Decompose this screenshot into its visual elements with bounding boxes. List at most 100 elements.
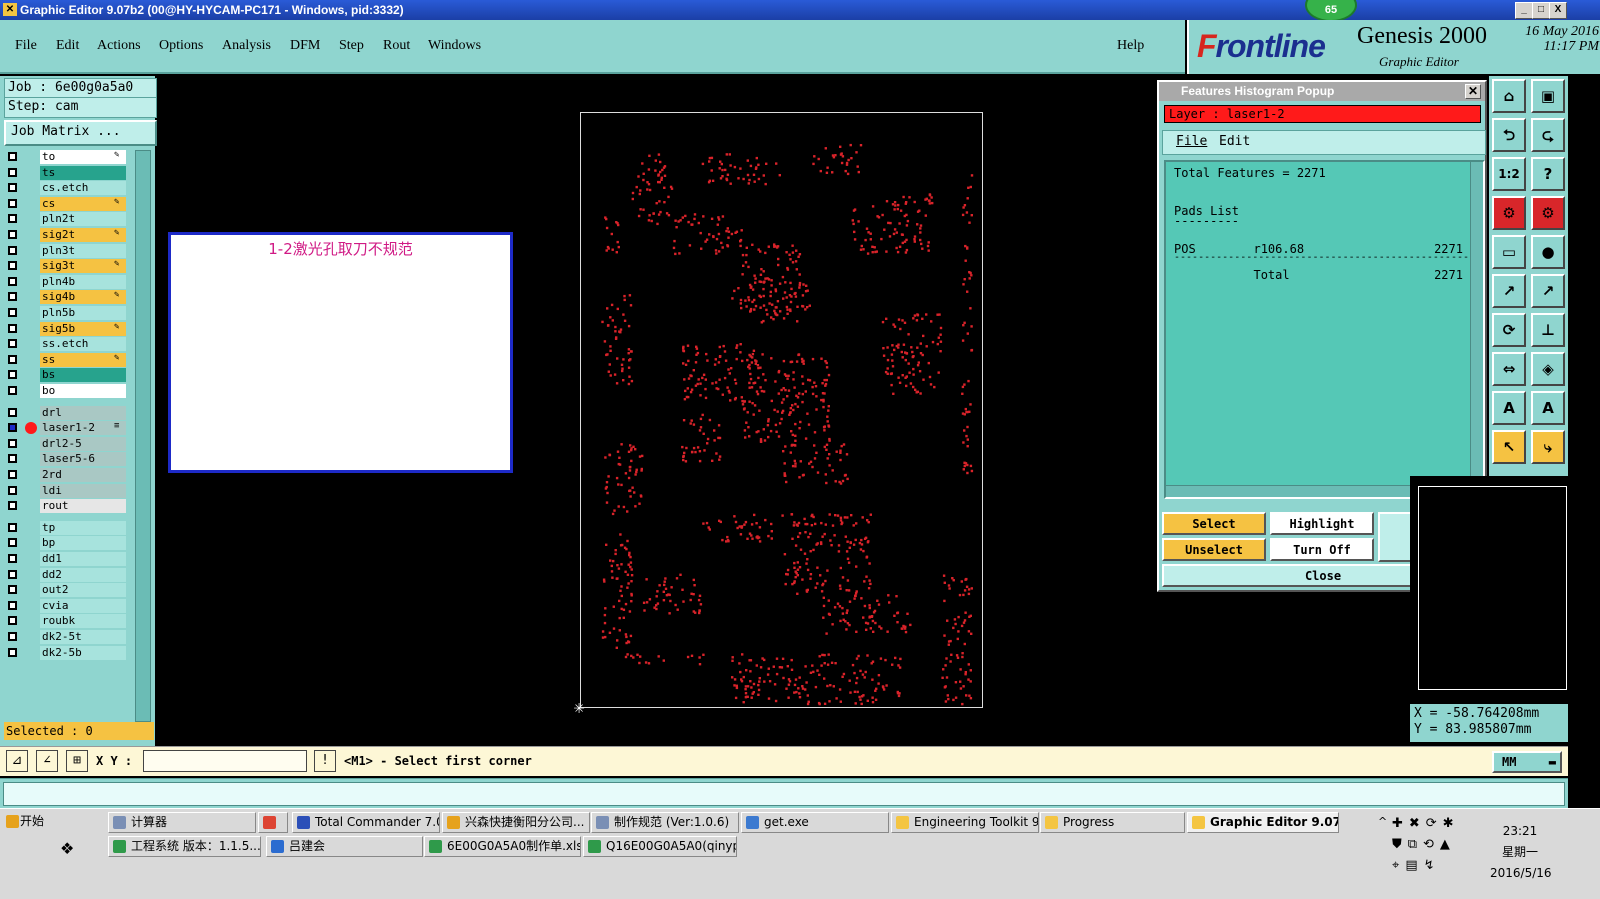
- layer-checkbox[interactable]: [8, 407, 17, 417]
- layer-row[interactable]: to ✎: [4, 150, 132, 165]
- menu-file[interactable]: File: [15, 38, 37, 54]
- layer-checkbox[interactable]: [8, 183, 17, 193]
- taskbar-item[interactable]: 6E00G0A5A0制作单.xls ...: [424, 836, 581, 857]
- notification-badge[interactable]: 65: [1305, 0, 1357, 22]
- taskbar-item[interactable]: 工程系统 版本：1.1.5...: [108, 836, 261, 857]
- line2-icon[interactable]: ↗: [1531, 274, 1565, 308]
- layer-row[interactable]: laser5-6: [4, 452, 132, 467]
- units-select[interactable]: MM ▬: [1492, 751, 1562, 773]
- pad-icon[interactable]: ●: [1531, 235, 1565, 269]
- board-canvas[interactable]: [580, 112, 983, 708]
- layer-row[interactable]: rout: [4, 499, 132, 514]
- menu-options[interactable]: Options: [159, 38, 203, 54]
- layer-row[interactable]: pln3t: [4, 243, 132, 259]
- highlight-button[interactable]: Highlight: [1270, 512, 1374, 535]
- layer-name[interactable]: dk2-5b: [40, 645, 126, 660]
- layer-checkbox[interactable]: [8, 485, 17, 495]
- layer-checkbox[interactable]: [8, 339, 17, 349]
- taskbar-item[interactable]: get.exe: [741, 812, 889, 833]
- layer-name[interactable]: pln2t: [40, 212, 126, 227]
- layer-name[interactable]: ts: [40, 165, 126, 180]
- unselect-button[interactable]: Unselect: [1162, 538, 1266, 561]
- menu-help[interactable]: Help: [1117, 38, 1144, 54]
- taskbar-item[interactable]: Engineering Toolkit 9.0...: [891, 812, 1039, 833]
- layer-name[interactable]: out2: [40, 583, 126, 598]
- taskbar-item[interactable]: Total Commander 7.0 ...: [292, 812, 440, 833]
- popup-menu-file[interactable]: File: [1176, 131, 1207, 153]
- histogram-text-area[interactable]: Total Features = 2271 Pads List --------…: [1164, 160, 1485, 499]
- home-icon[interactable]: ⌂: [1492, 79, 1526, 113]
- alert-icon[interactable]: !: [314, 750, 336, 772]
- layer-name[interactable]: roubk: [40, 614, 126, 629]
- layer-name[interactable]: ldi: [40, 483, 126, 498]
- layer-checkbox[interactable]: [8, 308, 17, 317]
- snap-icon[interactable]: ⊿: [6, 750, 28, 772]
- measure-icon[interactable]: ▭: [1492, 235, 1526, 269]
- layer-checkbox[interactable]: [8, 292, 17, 302]
- histogram-vscroll[interactable]: [1470, 162, 1483, 482]
- taskbar-item[interactable]: 制作规范 (Ver:1.0.6): [591, 812, 739, 833]
- menu-analysis[interactable]: Analysis: [222, 38, 271, 54]
- layer-checkbox[interactable]: [8, 276, 17, 286]
- rotate-icon[interactable]: ⟳: [1492, 313, 1526, 347]
- layer-checkbox[interactable]: [8, 354, 17, 364]
- layer-checkbox[interactable]: [8, 632, 17, 641]
- layer-checkbox[interactable]: [8, 214, 17, 224]
- help-icon[interactable]: ?: [1531, 157, 1565, 191]
- layer-checkbox[interactable]: [8, 554, 17, 563]
- layer-name[interactable]: bp: [40, 536, 126, 551]
- layer-row[interactable]: pln2t: [4, 212, 132, 227]
- overview-panel[interactable]: [1410, 476, 1568, 704]
- layer-checkbox[interactable]: [8, 261, 17, 271]
- menu-step[interactable]: Step: [339, 38, 364, 54]
- layer-name[interactable]: dd1: [40, 552, 126, 566]
- layer-checkbox[interactable]: [8, 438, 17, 448]
- layer-row[interactable]: laser1-2 ≡: [4, 421, 132, 436]
- layer-row[interactable]: sig3t ✎: [4, 259, 132, 274]
- layer-checkbox[interactable]: [8, 245, 17, 255]
- popup-menu-edit[interactable]: Edit: [1219, 131, 1250, 153]
- layer-name[interactable]: bo: [40, 384, 126, 398]
- pointer-icon[interactable]: ↖: [1492, 430, 1526, 464]
- layer-row[interactable]: drl: [4, 405, 132, 421]
- layer-checkbox[interactable]: [8, 470, 17, 479]
- layer-name[interactable]: cvia: [40, 598, 126, 613]
- window-icon[interactable]: ▣: [1531, 79, 1565, 113]
- start-button[interactable]: 开始: [2, 812, 54, 833]
- layer-name[interactable]: pln3t: [40, 243, 126, 258]
- job-matrix-button[interactable]: Job Matrix ...: [4, 120, 157, 146]
- layer-name[interactable]: drl: [40, 405, 126, 420]
- layer-scrollbar[interactable]: [135, 150, 151, 722]
- layer-checkbox[interactable]: [8, 370, 17, 380]
- layer-row[interactable]: out2: [4, 583, 132, 598]
- layer-row[interactable]: cvia: [4, 598, 132, 614]
- layer-row[interactable]: dd1: [4, 552, 132, 567]
- menu-windows[interactable]: Windows: [428, 38, 481, 54]
- taskbar-item[interactable]: [258, 812, 288, 833]
- shapes-icon[interactable]: ◈: [1531, 352, 1565, 386]
- menu-dfm[interactable]: DFM: [290, 38, 320, 54]
- popup-close-icon[interactable]: ✕: [1465, 84, 1481, 99]
- layer-checkbox[interactable]: [8, 454, 17, 464]
- layer-row[interactable]: 2rd: [4, 468, 132, 483]
- layer-name[interactable]: 2rd: [40, 468, 126, 482]
- mirror-icon[interactable]: ⊥: [1531, 313, 1565, 347]
- layer-checkbox[interactable]: [8, 600, 17, 610]
- taskbar-item[interactable]: 吕建会: [266, 836, 423, 857]
- layer-name[interactable]: bs: [40, 368, 126, 383]
- line-icon[interactable]: ↗: [1492, 274, 1526, 308]
- close-window-button[interactable]: X: [1549, 2, 1567, 19]
- layer-checkbox[interactable]: [8, 423, 17, 433]
- angle-icon[interactable]: ∠: [36, 750, 58, 772]
- layer-row[interactable]: tp: [4, 520, 132, 536]
- layer-checkbox[interactable]: [8, 522, 17, 532]
- apps-icon[interactable]: ❖: [60, 839, 80, 859]
- layer-row[interactable]: ss.etch: [4, 337, 132, 352]
- layer-row[interactable]: ts: [4, 165, 132, 181]
- layer-checkbox[interactable]: [8, 647, 17, 657]
- layer-checkbox[interactable]: [8, 323, 17, 333]
- minimize-button[interactable]: _: [1515, 2, 1533, 19]
- menu-edit[interactable]: Edit: [56, 38, 79, 54]
- layer-row[interactable]: ss ✎: [4, 352, 132, 368]
- layer-row[interactable]: cs ✎: [4, 196, 132, 212]
